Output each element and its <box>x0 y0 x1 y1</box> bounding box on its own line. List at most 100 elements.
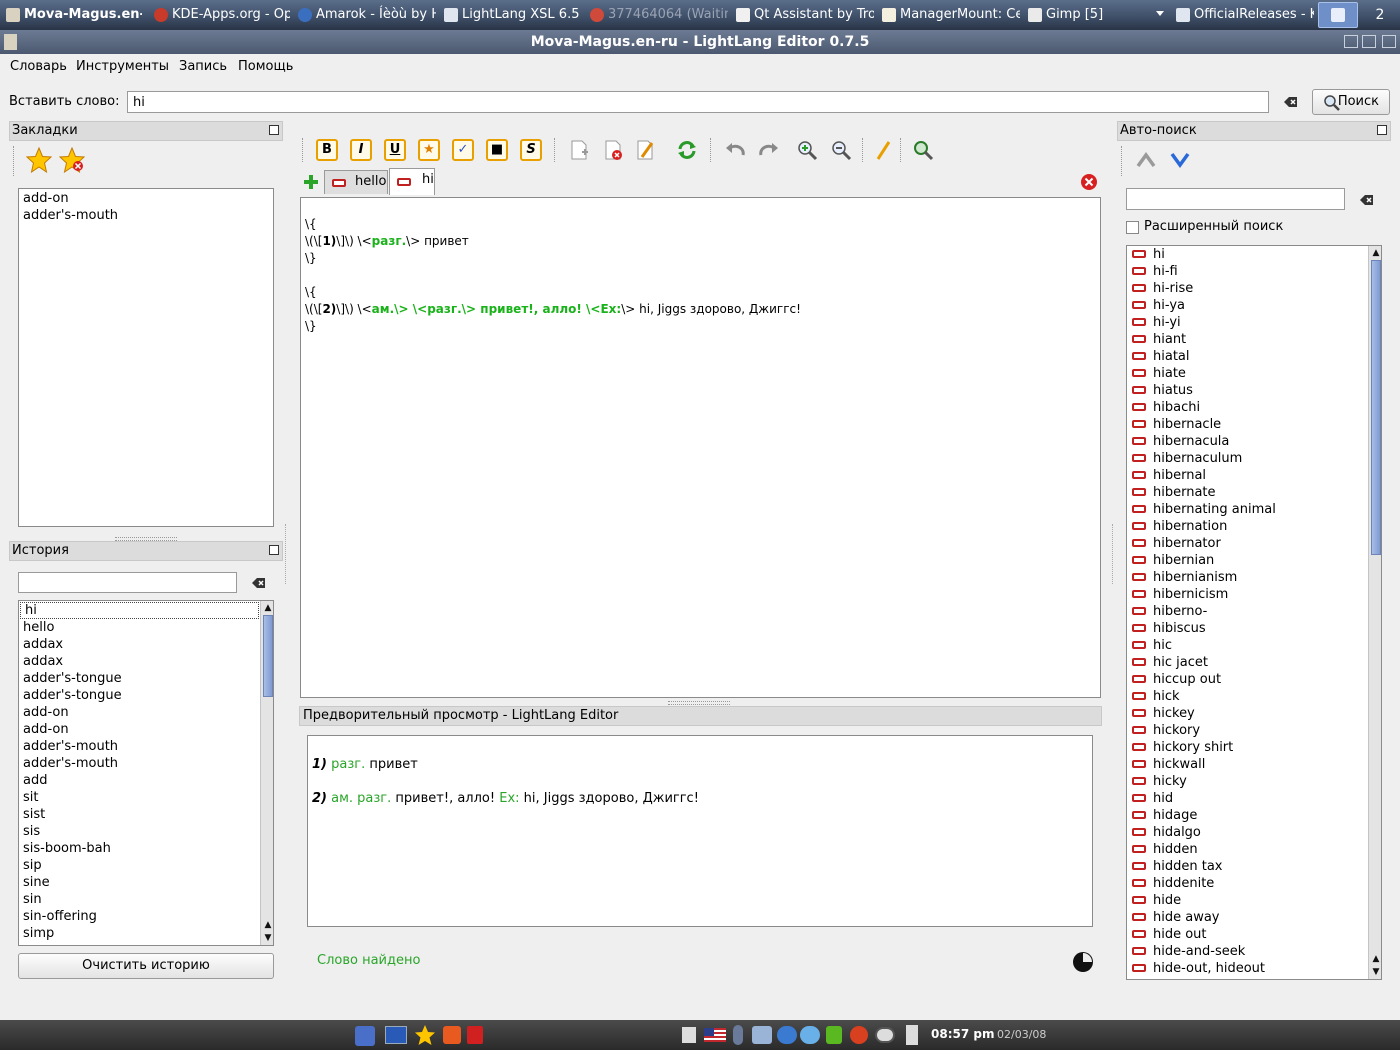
list-item[interactable]: hibernacle <box>1127 416 1367 433</box>
keyboard-layout-flag-icon[interactable] <box>704 1028 726 1042</box>
word-input[interactable] <box>127 91 1269 113</box>
clock-date[interactable]: 02/03/08 <box>997 1028 1046 1041</box>
task-qt-assistant[interactable]: Qt Assistant by Tro <box>732 0 874 30</box>
list-item[interactable]: hi-yi <box>1127 314 1367 331</box>
app-launcher-icon[interactable] <box>467 1026 483 1044</box>
clear-filter-icon[interactable] <box>248 574 268 596</box>
window-menu-icon[interactable] <box>4 34 17 50</box>
zoom-out-icon[interactable] <box>830 139 852 161</box>
task-kde-apps[interactable]: KDE-Apps.org - Ope <box>150 0 290 30</box>
minimize-icon[interactable] <box>1344 35 1358 48</box>
list-item[interactable]: hibernacula <box>1127 433 1367 450</box>
list-item[interactable]: sist <box>19 806 259 823</box>
kde-menu-icon[interactable] <box>355 1026 375 1046</box>
menu-help[interactable]: Помощь <box>238 59 293 74</box>
list-item[interactable]: hidalgo <box>1127 824 1367 841</box>
list-item[interactable]: hidden tax <box>1127 858 1367 875</box>
list-item[interactable]: add-on <box>19 704 259 721</box>
scroll-up-icon[interactable]: ▲ <box>1369 247 1381 260</box>
list-item[interactable]: sine <box>19 874 259 891</box>
list-item[interactable]: hibernicism <box>1127 586 1367 603</box>
list-item[interactable]: hickory <box>1127 722 1367 739</box>
list-item[interactable]: hiatal <box>1127 348 1367 365</box>
add-tab-icon[interactable] <box>302 173 320 195</box>
list-item[interactable]: hi-rise <box>1127 280 1367 297</box>
list-item[interactable]: hibernator <box>1127 535 1367 552</box>
task-gimp[interactable]: Gimp [5] <box>1024 0 1154 30</box>
entry-editor[interactable]: \{\(\[1)\]\) \<разг.\> привет \} \{\(\[2)\… <box>300 197 1101 698</box>
list-item[interactable]: hi-ya <box>1127 297 1367 314</box>
float-dock-icon[interactable] <box>269 545 279 555</box>
task-official-releases[interactable]: OfficialReleases - K <box>1172 0 1314 30</box>
clear-input-icon[interactable] <box>1280 93 1300 111</box>
list-item[interactable]: hid <box>1127 790 1367 807</box>
remove-bookmark-star-icon[interactable] <box>58 146 86 177</box>
tab-hello[interactable]: hello <box>324 170 388 194</box>
app-launcher-icon[interactable] <box>443 1026 461 1044</box>
list-item[interactable]: hibernaculum <box>1127 450 1367 467</box>
list-item[interactable]: hiccup out <box>1127 671 1367 688</box>
list-item[interactable]: hidage <box>1127 807 1367 824</box>
desktop-icon[interactable] <box>385 1026 407 1044</box>
scroll-up-icon[interactable]: ▲ <box>261 919 273 932</box>
list-item[interactable]: hibiscus <box>1127 620 1367 637</box>
window-titlebar[interactable]: Mova-Magus.en-ru - LightLang Editor 0.7.… <box>0 30 1400 54</box>
delete-entry-icon[interactable] <box>602 139 624 161</box>
strike-button[interactable]: S <box>520 139 542 161</box>
desktop-1-button[interactable] <box>1318 2 1358 28</box>
list-item[interactable]: adder's-mouth <box>19 207 273 224</box>
add-bookmark-star-icon[interactable] <box>25 146 53 177</box>
desktop-2-button[interactable]: 2 <box>1362 2 1398 28</box>
scroll-down-icon[interactable]: ▼ <box>1369 966 1381 979</box>
edit-entry-icon[interactable] <box>634 139 656 161</box>
clear-filter-icon[interactable] <box>1356 191 1376 213</box>
list-item[interactable]: sin-offering <box>19 908 259 925</box>
list-item[interactable]: hickory shirt <box>1127 739 1367 756</box>
underline-button[interactable]: U <box>384 139 406 161</box>
chevron-down-icon[interactable] <box>1156 11 1164 16</box>
list-item[interactable]: hide-out, hideout <box>1127 960 1367 977</box>
list-item[interactable]: hello <box>19 619 259 636</box>
tray-icon[interactable] <box>777 1026 797 1044</box>
list-item[interactable]: hi <box>20 602 259 619</box>
block-button[interactable]: ■ <box>486 139 508 161</box>
bold-button[interactable]: B <box>316 139 338 161</box>
list-item[interactable]: hibernation <box>1127 518 1367 535</box>
list-item[interactable]: hiate <box>1127 365 1367 382</box>
toolbar-handle[interactable] <box>302 138 305 162</box>
float-dock-icon[interactable] <box>1377 125 1387 135</box>
list-item[interactable]: hibernating animal <box>1127 501 1367 518</box>
list-item[interactable]: hide away <box>1127 909 1367 926</box>
list-item[interactable]: adder's-mouth <box>19 755 259 772</box>
task-lightlang-xsl[interactable]: LightLang XSL 6.5 <box>440 0 582 30</box>
list-item[interactable]: hickwall <box>1127 756 1367 773</box>
star-button[interactable]: ★ <box>418 139 440 161</box>
list-item[interactable]: addax <box>19 636 259 653</box>
search-button[interactable]: Поиск <box>1312 89 1390 115</box>
next-word-icon[interactable] <box>1169 150 1191 174</box>
search-entry-icon[interactable] <box>912 139 934 161</box>
history-list[interactable]: hi hello addax addax adder's-tongue adder's-t… <box>18 600 274 946</box>
float-dock-icon[interactable] <box>269 125 279 135</box>
pencil-icon[interactable] <box>872 139 894 161</box>
list-item[interactable]: hibernal <box>1127 467 1367 484</box>
list-item[interactable]: add-on <box>19 190 273 207</box>
autosearch-scrollbar[interactable]: ▲ ▲ ▼ <box>1368 246 1381 979</box>
list-item[interactable]: hiddenite <box>1127 875 1367 892</box>
list-item[interactable]: add-on <box>19 721 259 738</box>
history-scrollbar[interactable]: ▲ ▲ ▼ <box>260 601 273 945</box>
previous-word-icon[interactable] <box>1135 150 1157 174</box>
toolbar-handle[interactable] <box>1121 146 1124 176</box>
scroll-up-icon[interactable]: ▲ <box>261 602 273 615</box>
clock-time[interactable]: 08:57 pm <box>931 1027 994 1041</box>
task-manager-mount[interactable]: ManagerMount: Ce <box>878 0 1020 30</box>
splitter-handle[interactable] <box>285 524 288 584</box>
tray-icon[interactable] <box>826 1026 842 1044</box>
new-entry-icon[interactable] <box>568 139 590 161</box>
list-item[interactable]: simp <box>19 925 259 942</box>
list-item[interactable]: sis <box>19 823 259 840</box>
list-item[interactable]: hiatus <box>1127 382 1367 399</box>
list-item[interactable]: add <box>19 772 259 789</box>
list-item[interactable]: hi <box>1127 246 1367 263</box>
list-item[interactable]: hicky <box>1127 773 1367 790</box>
